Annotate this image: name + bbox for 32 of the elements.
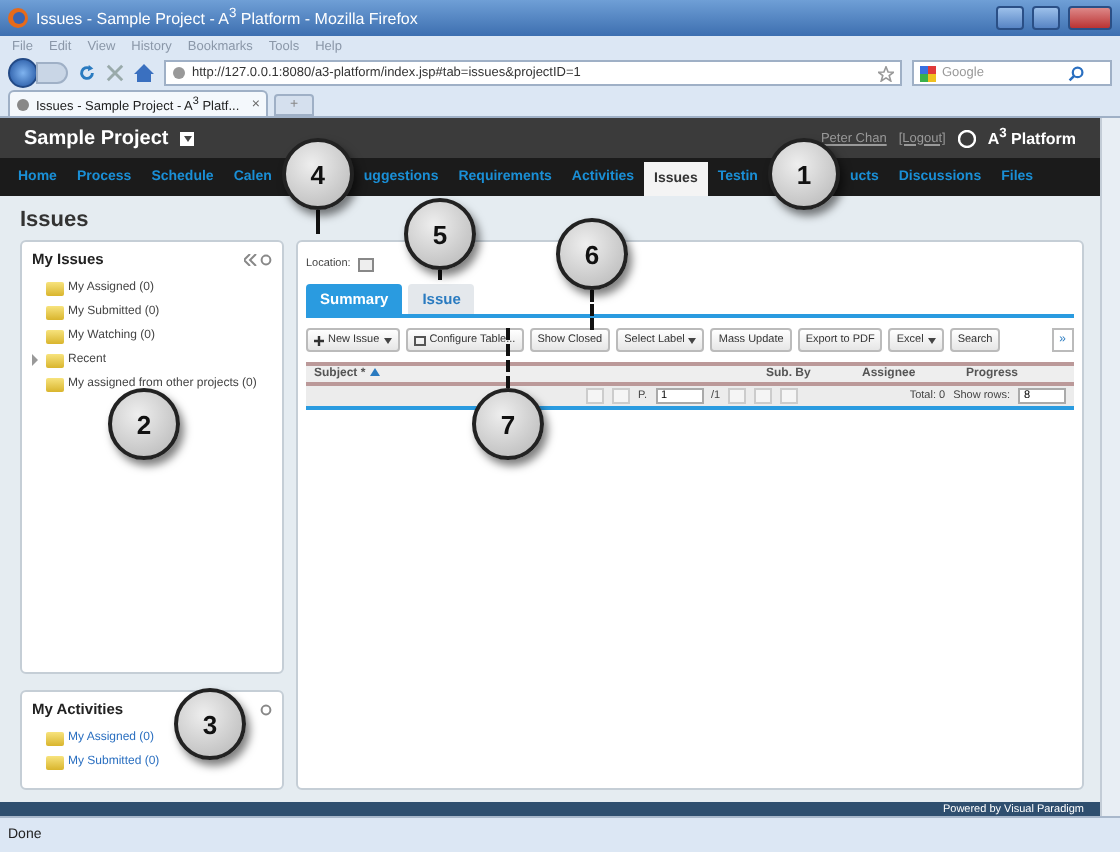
sort-icon: [369, 368, 380, 376]
close-button[interactable]: [1068, 6, 1112, 30]
project-name: Sample Project: [24, 127, 169, 149]
reload-icon[interactable]: [78, 64, 96, 82]
callout-marker: 6: [556, 218, 628, 290]
leader-line: [315, 210, 320, 234]
table-icon: [413, 335, 426, 345]
window-title: Issues - Sample Project - A$^{3}$ Platform - Mozilla Firefox: [36, 7, 420, 29]
maximize-button[interactable]: [1032, 6, 1060, 30]
google-icon: [920, 65, 936, 81]
back-button[interactable]: [8, 58, 38, 88]
leader-line: [438, 270, 442, 280]
caret-icon: [183, 135, 192, 141]
leader-line: [506, 328, 510, 388]
search-icon[interactable]: [1068, 65, 1084, 81]
star-icon[interactable]: [878, 65, 894, 81]
plus-icon: [314, 335, 324, 345]
caret-icon: [383, 337, 392, 343]
caret-icon: [688, 337, 697, 343]
minimize-button[interactable]: [996, 6, 1024, 30]
caret-icon: [927, 337, 936, 343]
location-select[interactable]: [358, 257, 375, 271]
logo-text: A$^{3}$ Platform: [987, 127, 1076, 149]
collapse-icon[interactable]: [244, 253, 272, 265]
page-title: Issues: [20, 208, 89, 236]
stop-icon[interactable]: [106, 64, 124, 82]
home-icon[interactable]: [134, 64, 154, 82]
callout-marker: 4: [281, 138, 354, 210]
firefox-icon: [8, 8, 28, 28]
leader-line: [590, 290, 594, 330]
project-dropdown[interactable]: [180, 131, 195, 145]
callout-marker: 5: [404, 198, 476, 270]
